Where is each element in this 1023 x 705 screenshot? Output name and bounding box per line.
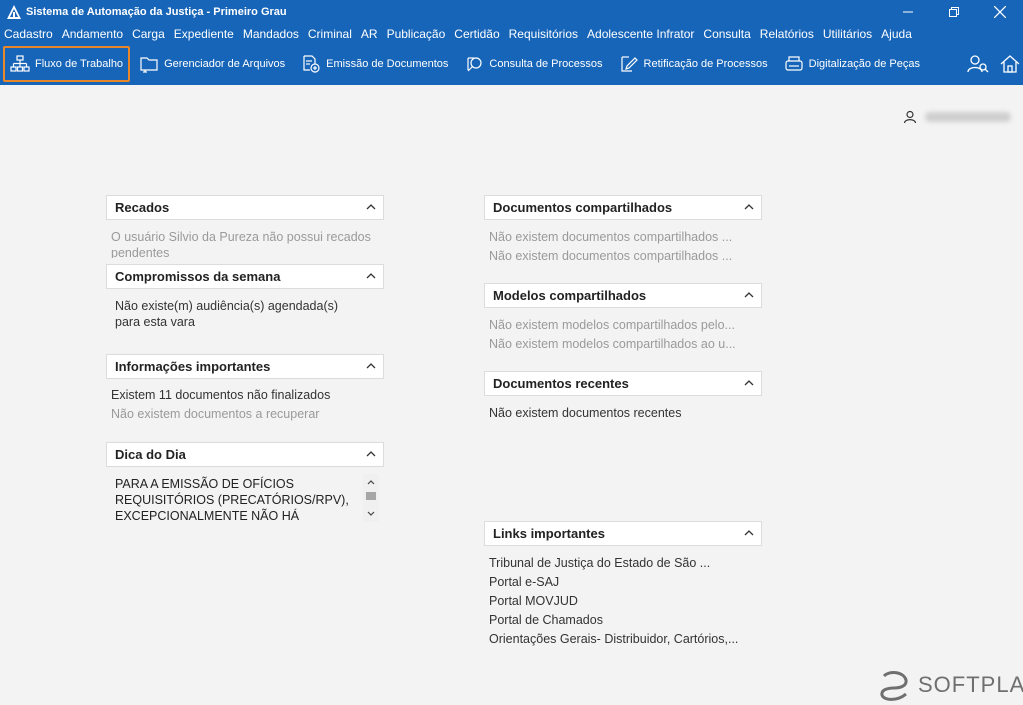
fluxo-de-trabalho-button[interactable]: Fluxo de Trabalho [3, 46, 131, 82]
menu-andamento[interactable]: Andamento [62, 27, 123, 41]
scroll-up-icon[interactable] [363, 476, 379, 488]
compromissos-panel-header[interactable]: Compromissos da semana [106, 264, 384, 289]
link-orientacoes-gerais[interactable]: Orientações Gerais- Distribuidor, Cartór… [489, 631, 738, 647]
menu-carga[interactable]: Carga [132, 27, 165, 41]
consulta-de-processos-label: Consulta de Processos [489, 58, 603, 70]
recentes-panel-header[interactable]: Documentos recentes [484, 371, 762, 396]
user-name-blurred [925, 112, 1011, 122]
close-icon [994, 6, 1006, 18]
link-tjsp[interactable]: Tribunal de Justiça do Estado de São ... [489, 555, 710, 571]
chevron-up-icon[interactable] [365, 360, 377, 372]
modelos-line-1: Não existem modelos compartilhados pelo.… [489, 318, 735, 332]
informacoes-panel-header[interactable]: Informações importantes [106, 354, 384, 379]
recados-title: Recados [115, 200, 170, 215]
search-document-icon [467, 57, 483, 72]
user-icon [903, 110, 917, 124]
recentes-title: Documentos recentes [493, 376, 629, 391]
restore-icon [949, 7, 959, 17]
users-search-icon [967, 55, 989, 73]
recentes-line-1: Não existem documentos recentes [489, 406, 682, 420]
dica-text: PARA A EMISSÃO DE OFÍCIOS REQUISITÓRIOS … [115, 477, 349, 523]
chevron-up-icon[interactable] [743, 527, 755, 539]
docs-compartilhados-line-1: Não existem documentos compartilhados ..… [489, 230, 733, 244]
dica-content: PARA A EMISSÃO DE OFÍCIOS REQUISITÓRIOS … [107, 470, 383, 523]
dica-title: Dica do Dia [115, 447, 186, 462]
compromissos-title: Compromissos da semana [115, 269, 281, 284]
menu-publicacao[interactable]: Publicação [387, 27, 446, 41]
gerenciador-de-arquivos-button[interactable]: Gerenciador de Arquivos [132, 46, 292, 82]
chevron-up-icon[interactable] [365, 448, 377, 460]
docs-compartilhados-line-2: Não existem documentos compartilhados ..… [489, 249, 733, 263]
chevron-up-icon[interactable] [365, 201, 377, 213]
link-portal-chamados[interactable]: Portal de Chamados [489, 612, 603, 628]
workflow-icon [10, 55, 30, 72]
menu-requisitorios[interactable]: Requisitórios [509, 27, 578, 41]
menu-ajuda[interactable]: Ajuda [881, 27, 912, 41]
softplan-logo-icon [880, 671, 908, 701]
menu-ar[interactable]: AR [361, 27, 378, 41]
emissao-de-documentos-button[interactable]: Emissão de Documentos [294, 46, 455, 82]
link-portal-movjud[interactable]: Portal MOVJUD [489, 593, 578, 609]
scanner-icon [785, 56, 803, 71]
recados-panel-header[interactable]: Recados [106, 195, 384, 220]
chevron-up-icon[interactable] [743, 289, 755, 301]
document-add-icon [303, 55, 320, 73]
home-icon [1000, 55, 1020, 73]
menu-certidao[interactable]: Certidão [454, 27, 499, 41]
modelos-line-2: Não existem modelos compartilhados ao u.… [489, 337, 736, 351]
menu-utilitarios[interactable]: Utilitários [823, 27, 872, 41]
edit-document-icon [620, 56, 638, 72]
recados-text: O usuário Silvio da Pureza não possui re… [111, 230, 371, 258]
title-bar: Sistema de Automação da Justiça - Primei… [0, 0, 1023, 24]
dica-scrollbar[interactable] [363, 474, 379, 522]
close-button[interactable] [977, 0, 1023, 24]
window-title: Sistema de Automação da Justiça - Primei… [26, 6, 287, 18]
links-title: Links importantes [493, 526, 605, 541]
menu-consulta[interactable]: Consulta [703, 27, 750, 41]
home-button[interactable] [999, 53, 1021, 75]
digitalizacao-de-pecas-label: Digitalização de Peças [808, 58, 920, 70]
chevron-up-icon[interactable] [743, 377, 755, 389]
menu-expediente[interactable]: Expediente [174, 27, 234, 41]
docs-compartilhados-title: Documentos compartilhados [493, 200, 673, 215]
modelos-panel-header[interactable]: Modelos compartilhados [484, 283, 762, 308]
link-portal-esaj[interactable]: Portal e-SAJ [489, 574, 559, 590]
compromissos-text: Não existe(m) audiência(s) agendada(s) p… [115, 299, 339, 329]
informacoes-line-2: Não existem documentos a recuperar [111, 407, 320, 421]
consulta-de-processos-button[interactable]: Consulta de Processos [457, 46, 609, 82]
menu-cadastro[interactable]: Cadastro [4, 27, 53, 41]
menu-relatorios[interactable]: Relatórios [760, 27, 814, 41]
menu-adolescente-infrator[interactable]: Adolescente Infrator [587, 27, 694, 41]
toolbar: Fluxo de Trabalho Gerenciador de Arquivo… [0, 43, 1023, 85]
menu-mandados[interactable]: Mandados [243, 27, 299, 41]
users-search-button[interactable] [967, 53, 989, 75]
informacoes-line-1[interactable]: Existem 11 documentos não finalizados [111, 387, 330, 403]
gerenciador-de-arquivos-label: Gerenciador de Arquivos [164, 58, 286, 70]
app-logo-icon [7, 5, 21, 19]
menu-criminal[interactable]: Criminal [308, 27, 352, 41]
scrollbar-thumb[interactable] [366, 492, 376, 500]
chevron-up-icon[interactable] [365, 270, 377, 282]
restore-button[interactable] [931, 0, 977, 24]
minimize-icon [903, 11, 913, 13]
menu-bar: Cadastro Andamento Carga Expediente Mand… [0, 24, 1023, 43]
dica-panel-header[interactable]: Dica do Dia [106, 442, 384, 467]
retificacao-de-processos-label: Retificação de Processos [643, 58, 768, 70]
minimize-button[interactable] [885, 0, 931, 24]
modelos-title: Modelos compartilhados [493, 288, 647, 303]
fluxo-de-trabalho-label: Fluxo de Trabalho [35, 58, 124, 70]
digitalizacao-de-pecas-button[interactable]: Digitalização de Peças [777, 46, 927, 82]
chevron-up-icon[interactable] [743, 201, 755, 213]
scroll-down-icon[interactable] [363, 508, 379, 520]
retificacao-de-processos-button[interactable]: Retificação de Processos [612, 46, 775, 82]
informacoes-title: Informações importantes [115, 359, 271, 374]
softplan-logo: SOFTPLAN [876, 668, 1023, 702]
links-panel-header[interactable]: Links importantes [484, 521, 762, 546]
docs-compartilhados-panel-header[interactable]: Documentos compartilhados [484, 195, 762, 220]
file-manager-icon [140, 57, 158, 73]
user-info [903, 110, 1011, 124]
emissao-de-documentos-label: Emissão de Documentos [326, 58, 449, 70]
softplan-wordmark: SOFTPLAN [918, 672, 1023, 697]
